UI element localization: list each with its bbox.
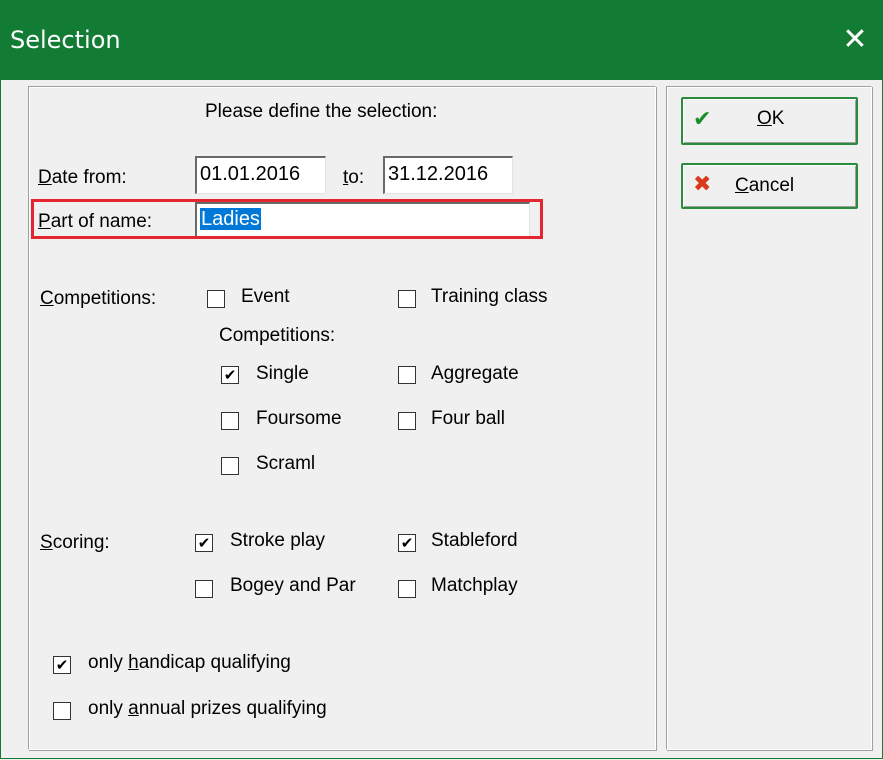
date-to-field[interactable]: 31.12.2016 bbox=[383, 156, 513, 194]
handicap-label: only handicap qualifying bbox=[88, 652, 291, 673]
aggregate-label: Aggregate bbox=[431, 363, 519, 384]
bogey-par-checkbox[interactable] bbox=[195, 580, 213, 598]
training-class-checkbox[interactable] bbox=[398, 290, 416, 308]
aggregate-checkbox[interactable] bbox=[398, 366, 416, 384]
stroke-play-checkbox[interactable]: ✔ bbox=[195, 534, 213, 552]
event-label: Event bbox=[241, 286, 290, 307]
four-ball-label: Four ball bbox=[431, 408, 505, 429]
handicap-checkbox[interactable]: ✔ bbox=[53, 656, 71, 674]
single-checkbox[interactable]: ✔ bbox=[221, 366, 239, 384]
ok-button[interactable]: ✔ OK bbox=[681, 97, 858, 145]
competitions-label: Competitions: bbox=[40, 288, 157, 309]
highlight-box bbox=[31, 199, 543, 239]
title-bar: Selection ✕ bbox=[0, 0, 883, 80]
matchplay-checkbox[interactable] bbox=[398, 580, 416, 598]
ok-label: OK bbox=[757, 108, 785, 129]
annual-checkbox[interactable] bbox=[53, 702, 71, 720]
event-checkbox[interactable] bbox=[207, 290, 225, 308]
date-from-field[interactable]: 01.01.2016 bbox=[195, 156, 326, 194]
cancel-label: Cancel bbox=[735, 175, 795, 196]
scraml-checkbox[interactable] bbox=[221, 457, 239, 475]
four-ball-checkbox[interactable] bbox=[398, 412, 416, 430]
matchplay-label: Matchplay bbox=[431, 575, 518, 596]
foursome-checkbox[interactable] bbox=[221, 412, 239, 430]
single-label: Single bbox=[256, 363, 309, 384]
bogey-par-label: Bogey and Par bbox=[230, 575, 356, 596]
stableford-checkbox[interactable]: ✔ bbox=[398, 534, 416, 552]
scoring-label: Scoring: bbox=[40, 532, 110, 553]
cancel-button[interactable]: ✖ Cancel bbox=[681, 163, 858, 209]
competitions-subheading: Competitions: bbox=[219, 325, 336, 346]
stroke-play-label: Stroke play bbox=[230, 530, 326, 551]
annual-label: only annual prizes qualifying bbox=[88, 698, 327, 719]
check-icon: ✔ bbox=[693, 107, 712, 132]
training-class-label: Training class bbox=[431, 286, 548, 307]
stableford-label: Stableford bbox=[431, 530, 518, 551]
window-title: Selection bbox=[10, 26, 121, 54]
date-from-label: Date from: bbox=[38, 167, 127, 188]
cross-icon: ✖ bbox=[693, 172, 712, 197]
scraml-label: Scraml bbox=[256, 453, 316, 474]
date-to-label: to: bbox=[343, 167, 365, 188]
foursome-label: Foursome bbox=[256, 408, 342, 429]
form-heading: Please define the selection: bbox=[205, 101, 438, 122]
close-icon[interactable]: ✕ bbox=[827, 14, 883, 66]
